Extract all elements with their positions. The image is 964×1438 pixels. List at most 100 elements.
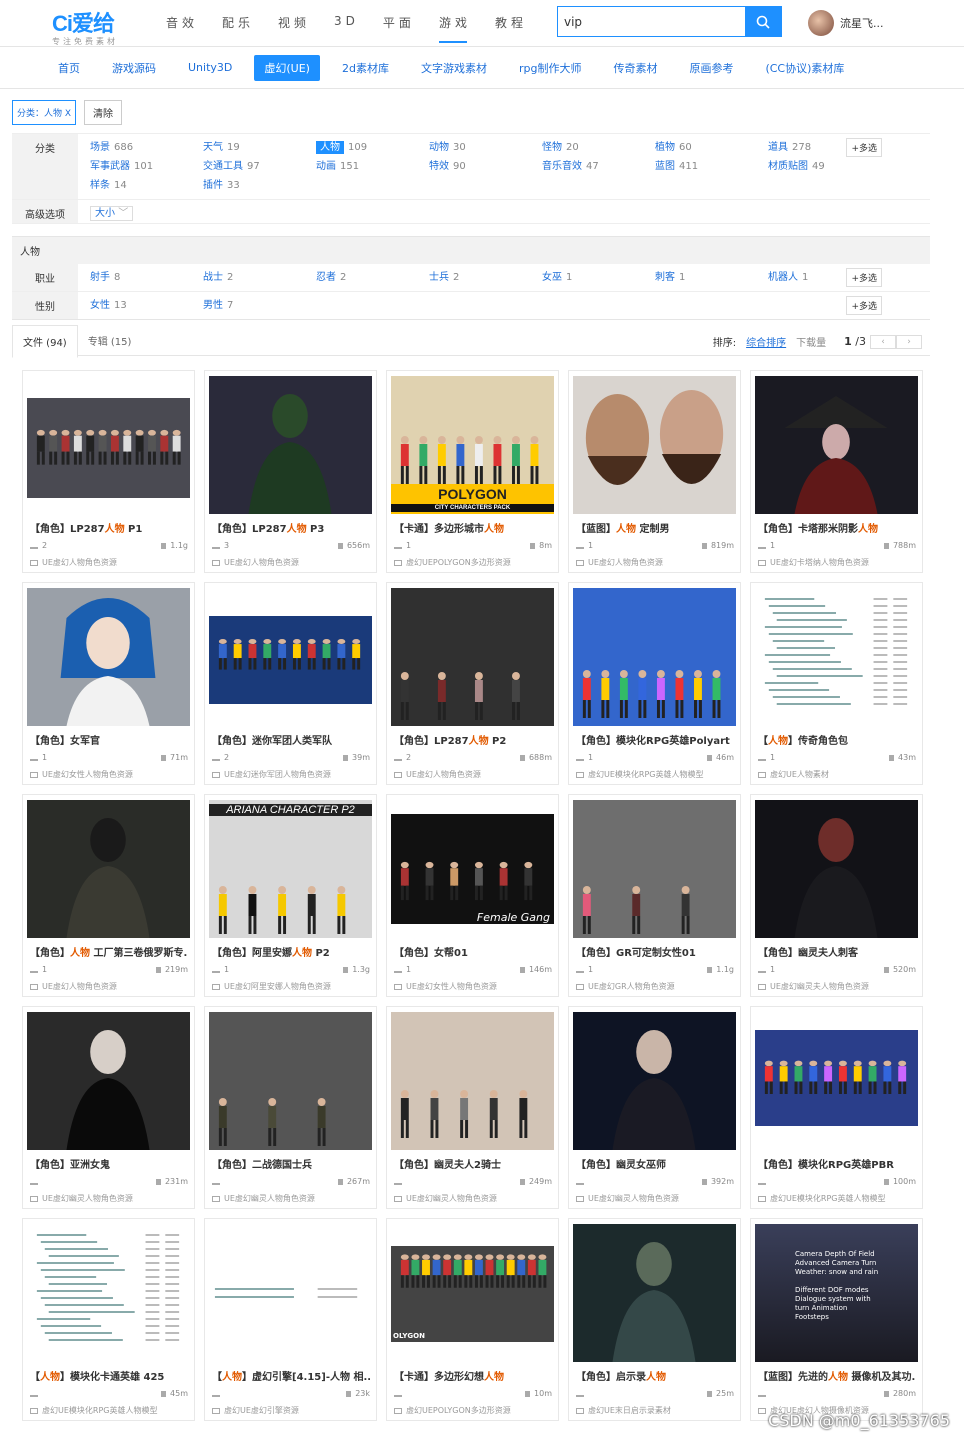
asset-thumbnail[interactable] [755, 1012, 918, 1150]
asset-card[interactable]: 【角色】人物 工厂第三卷俄罗斯专... 1 219m UE虚幻人物角色资源 [22, 794, 195, 997]
asset-title[interactable]: 【角色】模块化RPG英雄Polyart [576, 732, 734, 747]
asset-tag[interactable]: UE虚幻幽灵人物角色资源 [394, 1193, 552, 1204]
asset-card[interactable]: 【角色】启示录人物 25m 虚幻UE末日启示录素材 [568, 1218, 741, 1421]
filter-option[interactable]: 女性 13 [90, 296, 203, 315]
asset-title[interactable]: 【蓝图】先进的人物 摄像机及其功... [758, 1368, 916, 1383]
nav-item[interactable]: 游戏 [438, 14, 471, 43]
asset-tag[interactable]: 虚幻UEPOLYGON多边形资源 [394, 557, 552, 568]
asset-tag[interactable]: 虚幻UE模块化RPG英雄人物模型 [758, 1193, 916, 1204]
asset-card[interactable]: OLYGON 【卡通】多边形幻想人物 10m 虚幻UEPOLYGON多边形资源 [386, 1218, 559, 1421]
filter-option[interactable]: 动物 30 [429, 138, 542, 157]
asset-thumbnail[interactable]: Female Gang [391, 800, 554, 938]
filter-option[interactable]: 士兵 2 [429, 268, 542, 287]
asset-card[interactable]: 【蓝图】人物 定制男 1 819m UE虚幻人物角色资源 [568, 370, 741, 573]
asset-card[interactable]: 【角色】女军官 1 71m UE虚幻女性人物角色资源 [22, 582, 195, 785]
asset-tag[interactable]: UE虚幻人物角色资源 [394, 769, 552, 780]
filter-option[interactable]: 植物 60 [655, 138, 768, 157]
asset-title[interactable]: 【角色】二战德国士兵 [212, 1156, 370, 1171]
asset-tag[interactable]: UE虚幻卡塔纳人物角色资源 [758, 557, 916, 568]
asset-title[interactable]: 【角色】LP287人物 P2 [394, 732, 552, 747]
subnav-item[interactable]: 首页 [48, 55, 90, 81]
asset-tag[interactable]: UE虚幻人物角色资源 [30, 557, 188, 568]
asset-tag[interactable]: UE虚幻阿里安娜人物角色资源 [212, 981, 370, 992]
asset-tag[interactable]: UE虚幻女性人物角色资源 [394, 981, 552, 992]
nav-item[interactable]: 3D [334, 14, 359, 43]
asset-card[interactable]: 【角色】亚洲女鬼 231m UE虚幻幽灵人物角色资源 [22, 1006, 195, 1209]
asset-title[interactable]: 【人物】虚幻引擎[4.15]-人物 相... [212, 1368, 370, 1383]
job-multi-select[interactable]: +多选 [846, 268, 882, 287]
asset-tag[interactable]: UE虚幻幽灵夫人物角色资源 [758, 981, 916, 992]
asset-tag[interactable]: 虚幻UE人物素材 [758, 769, 916, 780]
asset-thumbnail[interactable] [755, 588, 918, 726]
asset-title[interactable]: 【卡通】多边形城市人物 [394, 520, 552, 535]
asset-thumbnail[interactable] [27, 1012, 190, 1150]
asset-tag[interactable]: UE虚幻人物角色资源 [212, 557, 370, 568]
asset-card[interactable]: 【角色】幽灵夫人2骑士 249m UE虚幻幽灵人物角色资源 [386, 1006, 559, 1209]
subnav-item[interactable]: 原画参考 [679, 55, 743, 81]
asset-tag[interactable]: UE虚幻GR人物角色资源 [576, 981, 734, 992]
asset-title[interactable]: 【角色】亚洲女鬼 [30, 1156, 188, 1171]
asset-thumbnail[interactable] [755, 800, 918, 938]
asset-title[interactable]: 【人物】模块化卡通英雄 425 [30, 1368, 188, 1383]
nav-item[interactable]: 配乐 [222, 14, 254, 43]
asset-title[interactable]: 【角色】迷你军团人类军队 [212, 732, 370, 747]
asset-card[interactable]: 【人物】传奇角色包 1 43m 虚幻UE人物素材 [750, 582, 923, 785]
asset-thumbnail[interactable] [27, 1224, 190, 1362]
sort-default[interactable]: 综合排序 [746, 334, 786, 349]
filter-option[interactable]: 女巫 1 [542, 268, 655, 287]
subnav-item[interactable]: (CC协议)素材库 [755, 55, 854, 81]
asset-title[interactable]: 【角色】LP287人物 P1 [30, 520, 188, 535]
subnav-item[interactable]: 文字游戏素材 [411, 55, 497, 81]
subnav-item[interactable]: 2d素材库 [332, 55, 399, 81]
clear-filters-button[interactable]: 清除 [84, 99, 123, 125]
category-multi-select[interactable]: +多选 [846, 138, 882, 157]
subnav-item[interactable]: 游戏源码 [102, 55, 166, 81]
asset-card[interactable]: 【角色】LP287人物 P3 3 656m UE虚幻人物角色资源 [204, 370, 377, 573]
filter-option[interactable]: 射手 8 [90, 268, 203, 287]
asset-title[interactable]: 【角色】幽灵夫人刺客 [758, 944, 916, 959]
asset-thumbnail[interactable] [27, 588, 190, 726]
asset-tag[interactable]: UE虚幻人物角色资源 [30, 981, 188, 992]
asset-card[interactable]: 【角色】迷你军团人类军队 2 39m UE虚幻迷你军团人物角色资源 [204, 582, 377, 785]
asset-thumbnail[interactable]: Camera Depth Of Field Advanced Camera Tu… [755, 1224, 918, 1362]
avatar[interactable] [808, 10, 834, 36]
asset-thumbnail[interactable] [573, 800, 736, 938]
site-logo[interactable]: Ci爱给 专注免费素材 [52, 6, 118, 47]
filter-option[interactable]: 插件 33 [203, 176, 316, 195]
subnav-item[interactable]: Unity3D [178, 56, 242, 79]
asset-thumbnail[interactable] [391, 588, 554, 726]
asset-card[interactable]: 【角色】幽灵女巫师 392m UE虚幻幽灵人物角色资源 [568, 1006, 741, 1209]
filter-option[interactable]: 男性 7 [203, 296, 316, 315]
asset-title[interactable]: 【角色】女军官 [30, 732, 188, 747]
nav-item[interactable]: 视频 [278, 14, 310, 43]
next-page-button[interactable]: › [896, 334, 922, 349]
gender-multi-select[interactable]: +多选 [846, 296, 882, 315]
selected-filter-chip[interactable]: 分类：人物 X [12, 99, 77, 125]
asset-title[interactable]: 【角色】人物 工厂第三卷俄罗斯专... [30, 944, 188, 959]
asset-thumbnail[interactable]: OLYGON [391, 1224, 554, 1362]
subnav-item[interactable]: 虚幻(UE) [254, 54, 320, 81]
asset-title[interactable]: 【角色】LP287人物 P3 [212, 520, 370, 535]
subnav-item[interactable]: 传奇素材 [603, 55, 667, 81]
asset-tag[interactable]: 虚幻UE虚幻引擎资源 [212, 1405, 370, 1416]
asset-thumbnail[interactable] [391, 1012, 554, 1150]
search-input[interactable] [558, 7, 745, 36]
asset-thumbnail[interactable] [27, 376, 190, 514]
size-select[interactable]: 大小 ﹀ [90, 206, 134, 221]
asset-thumbnail[interactable] [573, 588, 736, 726]
nav-item[interactable]: 平面 [383, 14, 415, 43]
asset-title[interactable]: 【角色】阿里安娜人物 P2 [212, 944, 370, 959]
asset-thumbnail[interactable] [209, 588, 372, 726]
subnav-item[interactable]: rpg制作大师 [509, 55, 592, 81]
asset-thumbnail[interactable] [27, 800, 190, 938]
asset-tag[interactable]: UE虚幻人物角色资源 [576, 557, 734, 568]
asset-card[interactable]: 【角色】幽灵夫人刺客 1 520m UE虚幻幽灵夫人物角色资源 [750, 794, 923, 997]
nav-item[interactable]: 音效 [166, 14, 198, 43]
filter-option[interactable]: 材质贴图 49 [768, 157, 881, 176]
asset-thumbnail[interactable] [573, 1012, 736, 1150]
asset-title[interactable]: 【角色】幽灵夫人2骑士 [394, 1156, 552, 1171]
filter-option[interactable]: 天气 19 [203, 138, 316, 157]
filter-option[interactable]: 音乐音效 47 [542, 157, 655, 176]
asset-thumbnail[interactable] [209, 1224, 372, 1362]
asset-thumbnail[interactable]: POLYGON CITY CHARACTERS PACK [391, 376, 554, 514]
